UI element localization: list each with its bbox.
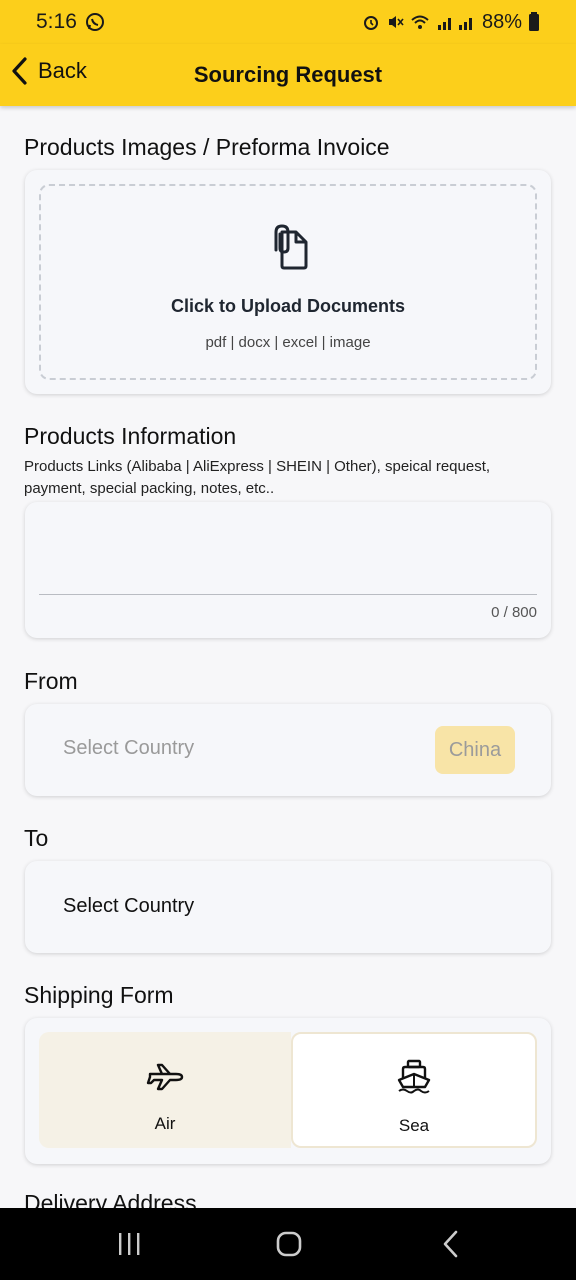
- airplane-icon: [146, 1063, 184, 1091]
- document-clip-icon: [274, 224, 308, 270]
- wifi-icon: [411, 15, 429, 29]
- ship-icon: [397, 1059, 431, 1094]
- shipping-option-air[interactable]: Air: [39, 1032, 291, 1148]
- upload-card: Click to Upload Documents pdf | docx | e…: [25, 170, 551, 394]
- upload-file-types: pdf | docx | excel | image: [205, 334, 371, 351]
- shipping-option-sea[interactable]: Sea: [291, 1032, 537, 1148]
- app-bar: Back Sourcing Request: [0, 44, 576, 106]
- delivery-address-heading: Delivery Address: [24, 1190, 197, 1208]
- status-bar: 5:16 88%: [0, 0, 576, 44]
- sea-label: Sea: [398, 1116, 430, 1135]
- from-heading: From: [24, 668, 78, 694]
- textarea-underline: [39, 594, 537, 595]
- char-counter: 0 / 800: [491, 604, 537, 621]
- upload-dropzone[interactable]: Click to Upload Documents pdf | docx | e…: [39, 184, 537, 380]
- air-label: Air: [154, 1114, 176, 1133]
- back-label: Back: [38, 58, 87, 83]
- from-country-select[interactable]: Select Country China: [25, 704, 551, 796]
- shipping-options: Air Sea: [25, 1018, 551, 1164]
- recents-icon[interactable]: [117, 1232, 141, 1256]
- upload-section-heading: Products Images / Preforma Invoice: [24, 134, 390, 160]
- system-nav-bar: [0, 1208, 576, 1280]
- product-info-textarea[interactable]: 0 / 800: [25, 502, 551, 638]
- battery-percent: 88%: [481, 10, 522, 33]
- back-button[interactable]: Back: [10, 56, 87, 86]
- alarm-icon: [363, 16, 378, 30]
- signal-icon: [437, 18, 472, 30]
- to-country-placeholder: Select Country: [63, 895, 195, 917]
- battery-icon: [529, 12, 539, 31]
- info-helper-text: Products Links (Alibaba | AliExpress | S…: [24, 458, 491, 497]
- chevron-left-icon: [12, 57, 27, 85]
- form-content[interactable]: Products Images / Preforma Invoice Click…: [0, 106, 576, 1208]
- from-country-placeholder: Select Country: [63, 737, 195, 759]
- whatsapp-icon: [85, 13, 104, 31]
- to-country-select[interactable]: Select Country: [25, 861, 551, 953]
- shipping-heading: Shipping Form: [24, 982, 174, 1008]
- from-country-chip[interactable]: China: [435, 726, 515, 774]
- info-section-heading: Products Information: [24, 423, 237, 449]
- home-icon[interactable]: [276, 1231, 302, 1257]
- back-nav-icon[interactable]: [442, 1230, 460, 1258]
- status-time: 5:16: [36, 10, 77, 33]
- mute-icon: [388, 16, 404, 28]
- to-heading: To: [24, 825, 49, 851]
- upload-cta: Click to Upload Documents: [170, 296, 406, 316]
